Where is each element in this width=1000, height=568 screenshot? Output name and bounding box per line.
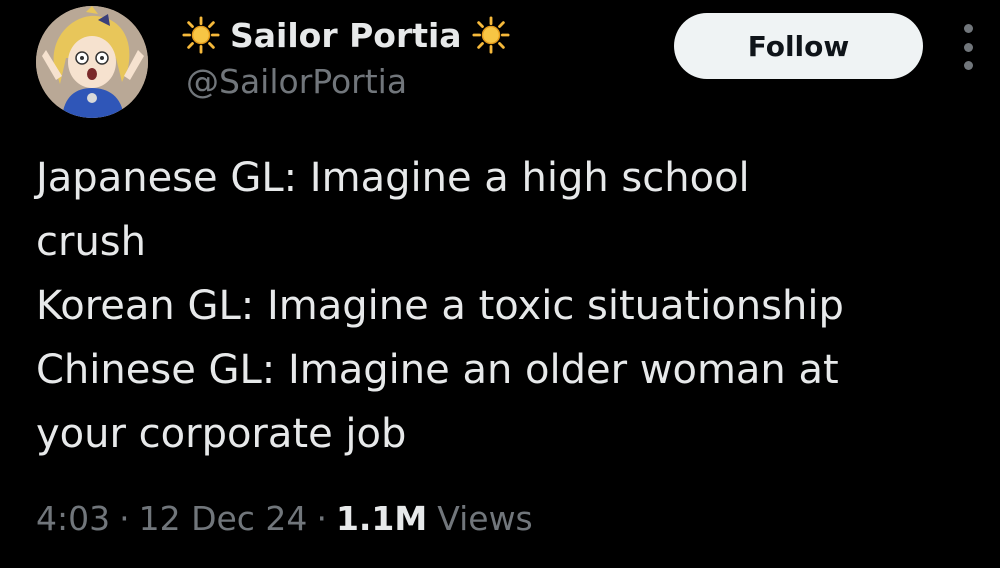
author-display-name[interactable]: Sailor Portia bbox=[230, 16, 462, 55]
tweet-meta: 4:03 · 12 Dec 24 · 1.1M Views bbox=[36, 496, 533, 540]
sun-icon bbox=[182, 16, 220, 54]
follow-button[interactable]: Follow bbox=[674, 13, 923, 79]
tweet-text-line: crush bbox=[36, 219, 146, 265]
meta-separator: · bbox=[316, 498, 327, 538]
tweet-date[interactable]: 12 Dec 24 bbox=[139, 499, 308, 538]
tweet-text: Japanese GL: Imagine a high school crush… bbox=[36, 146, 986, 466]
avatar[interactable] bbox=[36, 6, 148, 118]
more-dot bbox=[963, 24, 973, 33]
tweet-text-line: Japanese GL: Imagine a high school bbox=[36, 155, 750, 201]
tweet-time[interactable]: 4:03 bbox=[36, 499, 110, 538]
tweet-text-line: Chinese GL: Imagine an older woman at bbox=[36, 347, 839, 393]
views-count[interactable]: 1.1M bbox=[336, 499, 427, 538]
author-handle[interactable]: @SailorPortia bbox=[186, 62, 407, 101]
more-dot bbox=[963, 61, 973, 70]
avatar-image bbox=[36, 6, 148, 118]
more-dot bbox=[963, 42, 973, 52]
author-name-row[interactable]: Sailor Portia bbox=[182, 14, 510, 56]
sun-icon bbox=[472, 16, 510, 54]
tweet-text-line: Korean GL: Imagine a toxic situationship bbox=[36, 283, 844, 329]
meta-separator: · bbox=[119, 498, 130, 538]
tweet-text-line: your corporate job bbox=[36, 411, 407, 457]
views-label[interactable]: Views bbox=[437, 499, 533, 538]
more-options-icon[interactable] bbox=[956, 24, 980, 70]
